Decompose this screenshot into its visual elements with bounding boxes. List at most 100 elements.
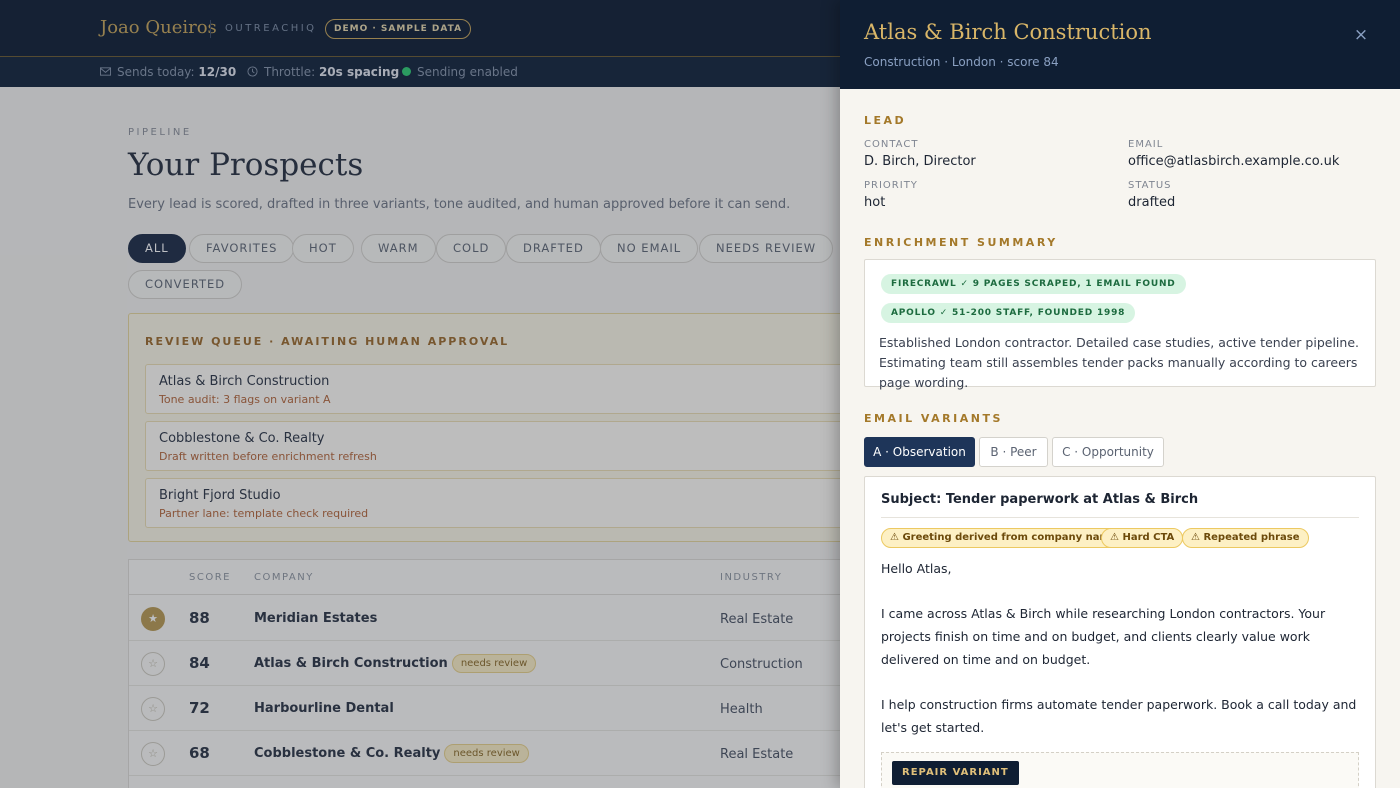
row-company: Cobblestone & Co. Realty needs review [254, 744, 529, 763]
prospects-page: PIPELINE Your Prospects Every lead is sc… [0, 87, 840, 788]
section-lead-title: LEAD [864, 114, 907, 127]
subject-divider [881, 517, 1359, 518]
email-variant-card: Subject: Tender paperwork at Atlas & Bir… [864, 476, 1376, 788]
review-item-note: Tone audit: 3 flags on variant A [159, 393, 331, 406]
favorite-star-icon[interactable]: ★ [141, 607, 165, 631]
column-company[interactable]: COMPANY [254, 572, 314, 583]
favorite-star-icon[interactable]: ☆ [141, 652, 165, 676]
email-greeting: Hello Atlas, [881, 561, 952, 576]
status-dot-icon [402, 67, 411, 76]
company-name: Harbourline Dental [254, 701, 394, 716]
row-industry: Real Estate [720, 747, 794, 762]
section-variants-title: EMAIL VARIANTS [864, 412, 1003, 425]
priority-label: PRIORITY [864, 180, 918, 191]
company-name: Cobblestone & Co. Realty [254, 746, 441, 761]
filter-needs-review[interactable]: NEEDS REVIEW [699, 234, 834, 263]
email-value[interactable]: office@atlasbirch.example.co.uk [1128, 154, 1339, 169]
review-item-name: Bright Fjord Studio [159, 488, 281, 503]
row-industry: Construction [720, 657, 803, 672]
throttle-value: 20s spacing [318, 65, 400, 79]
app-name: OUTREACHIQ [225, 23, 317, 34]
needs-review-badge: needs review [451, 654, 537, 673]
row-score: 68 [189, 744, 210, 762]
filter-converted[interactable]: CONVERTED [128, 270, 243, 299]
clock-icon [247, 66, 258, 77]
table-row[interactable]: ★ 88 Meridian Estates Real Estate [129, 596, 840, 641]
brand-divider [210, 20, 211, 38]
close-icon[interactable]: × [1350, 24, 1372, 46]
repair-variant-button[interactable]: REPAIR VARIANT [892, 761, 1019, 785]
throttle-label: Throttle: [264, 65, 316, 79]
row-score: 72 [189, 699, 210, 717]
apollo-tag: APOLLO ✓ 51-200 STAFF, FOUNDED 1998 [881, 303, 1136, 323]
table-row[interactable]: ☆ 84 Atlas & Birch Construction needs rev… [129, 641, 840, 686]
favorite-star-icon[interactable]: ☆ [141, 742, 165, 766]
priority-value: hot [864, 195, 886, 210]
tab-variant-a[interactable]: A · Observation [864, 437, 975, 467]
review-queue: REVIEW QUEUE · AWAITING HUMAN APPROVAL A… [128, 313, 840, 542]
mail-icon [100, 67, 111, 76]
page-subtitle: Every lead is scored, drafted in three v… [128, 197, 791, 212]
filter-favorites[interactable]: FAVORITES [189, 234, 295, 263]
sends-today-stat: Sends today: 12/30 [100, 65, 236, 79]
status-value: drafted [1128, 195, 1176, 210]
firecrawl-tag: FIRECRAWL ✓ 9 PAGES SCRAPED, 1 EMAIL FOU… [881, 274, 1186, 294]
sends-value: 12/30 [198, 65, 237, 79]
tab-variant-c[interactable]: C · Opportunity [1052, 437, 1164, 467]
enrichment-card: FIRECRAWL ✓ 9 PAGES SCRAPED, 1 EMAIL FOU… [864, 259, 1376, 390]
tone-flag-greeting[interactable]: ⚠ Greeting derived from company name [881, 528, 1126, 548]
repair-panel: REPAIR VARIANT [881, 752, 1359, 788]
row-company: Harbourline Dental [254, 701, 394, 716]
column-industry[interactable]: INDUSTRY [720, 572, 782, 583]
filter-cold[interactable]: COLD [436, 234, 507, 263]
drawer-header: Atlas & Birch Construction Construction … [840, 0, 1400, 89]
sending-status: Sending enabled [402, 65, 518, 79]
row-industry: Health [720, 702, 763, 717]
company-name: Atlas & Birch Construction [254, 656, 448, 671]
demo-badge: DEMO · SAMPLE DATA [325, 19, 472, 39]
review-item-name: Atlas & Birch Construction [159, 374, 330, 389]
table-row[interactable]: ☆ 68 Cobblestone & Co. Realty needs revie… [129, 731, 840, 776]
needs-review-badge: needs review [444, 744, 529, 763]
tone-flag-repeated-phrase[interactable]: ⚠ Repeated phrase [1182, 528, 1309, 548]
review-item[interactable]: Bright Fjord Studio Partner lane: templa… [145, 478, 840, 528]
row-score: 88 [189, 609, 210, 627]
brand-name[interactable]: Joao Queiros [100, 17, 217, 38]
review-item-note: Partner lane: template check required [159, 507, 369, 520]
filter-hot[interactable]: HOT [292, 234, 354, 263]
favorite-star-icon[interactable]: ☆ [141, 697, 165, 721]
enrichment-summary: Established London contractor. Detailed … [879, 335, 1359, 390]
section-enrichment-title: ENRICHMENT SUMMARY [864, 236, 1058, 249]
filter-drafted[interactable]: DRAFTED [506, 234, 601, 263]
email-paragraph: I help construction firms automate tende… [881, 697, 1357, 735]
filter-all[interactable]: ALL [128, 234, 186, 263]
throttle-stat: Throttle: 20s spacing [247, 65, 399, 79]
tone-flag-hard-cta[interactable]: ⚠ Hard CTA [1101, 528, 1184, 548]
tab-variant-b[interactable]: B · Peer [979, 437, 1048, 467]
email-subject: Subject: Tender paperwork at Atlas & Bir… [881, 492, 1199, 507]
table-header: SCORE COMPANY INDUSTRY [129, 560, 840, 595]
review-item[interactable]: Cobblestone & Co. Realty Draft written b… [145, 421, 840, 471]
table-row[interactable]: ☆ 72 Harbourline Dental Health [129, 686, 840, 731]
review-queue-title: REVIEW QUEUE · AWAITING HUMAN APPROVAL [145, 335, 510, 348]
contact-value: D. Birch, Director [864, 154, 976, 169]
review-item-note: Draft written before enrichment refresh [159, 450, 377, 463]
column-score[interactable]: SCORE [189, 572, 231, 583]
drawer-title: Atlas & Birch Construction [864, 20, 1152, 44]
page-eyebrow: PIPELINE [128, 127, 192, 138]
contact-label: CONTACT [864, 139, 919, 150]
email-label: EMAIL [1128, 139, 1164, 150]
sending-status-label: Sending enabled [417, 65, 518, 79]
review-item-name: Cobblestone & Co. Realty [159, 431, 325, 446]
sends-label: Sends today: [117, 65, 195, 79]
company-name: Meridian Estates [254, 611, 378, 626]
row-company: Atlas & Birch Construction needs review [254, 654, 537, 673]
row-company: Meridian Estates [254, 611, 377, 626]
filter-warm[interactable]: WARM [361, 234, 436, 263]
filter-no-email[interactable]: NO EMAIL [600, 234, 699, 263]
lead-detail-drawer: Atlas & Birch Construction Construction … [840, 0, 1400, 788]
row-industry: Real Estate [720, 612, 794, 627]
review-item[interactable]: Atlas & Birch Construction Tone audit: 3… [145, 364, 840, 414]
status-label: STATUS [1128, 180, 1172, 191]
drawer-subtitle: Construction · London · score 84 [864, 55, 1059, 69]
